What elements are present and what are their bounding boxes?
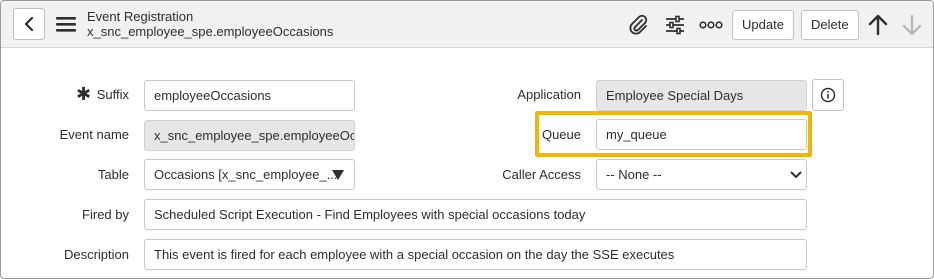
queue-label: Queue xyxy=(541,127,581,142)
sliders-icon xyxy=(666,15,684,35)
update-button[interactable]: Update xyxy=(732,10,794,40)
form-title: Event Registration xyxy=(87,9,194,24)
arrow-down-icon xyxy=(902,14,922,36)
arrow-up-icon xyxy=(868,14,888,36)
suffix-label: Suffix xyxy=(96,87,129,102)
next-record-button[interactable] xyxy=(900,13,924,37)
paperclip-icon xyxy=(629,14,648,35)
chevron-left-icon xyxy=(24,16,34,32)
dropdown-caret-icon xyxy=(332,170,344,180)
back-button[interactable] xyxy=(13,8,45,40)
event-name-field: x_snc_employee_spe.employeeOccasions xyxy=(144,120,355,151)
table-select[interactable]: Occasions [x_snc_employee_... xyxy=(144,159,355,190)
more-dots-icon xyxy=(699,21,723,29)
application-label: Application xyxy=(517,87,581,102)
fired-by-label: Fired by xyxy=(82,207,129,222)
previous-record-button[interactable] xyxy=(866,13,890,37)
form-header: Event Registration x_snc_employee_spe.em… xyxy=(1,1,933,48)
chevron-down-icon xyxy=(790,171,802,179)
hamburger-menu-icon xyxy=(56,17,76,32)
attachment-button[interactable] xyxy=(626,13,650,37)
suffix-input[interactable]: employeeOccasions xyxy=(144,80,355,111)
caller-access-value: -- None -- xyxy=(606,167,662,182)
caller-access-select[interactable]: -- None -- xyxy=(596,159,807,190)
description-label: Description xyxy=(63,247,129,262)
description-input[interactable]: This event is fired for each employee wi… xyxy=(144,239,807,270)
delete-button[interactable]: Delete xyxy=(801,10,859,40)
application-info-button[interactable] xyxy=(812,79,844,111)
table-select-value: Occasions [x_snc_employee_... xyxy=(154,167,338,182)
caller-access-label: Caller Access xyxy=(502,167,581,182)
event-name-label: Event name xyxy=(59,127,129,142)
queue-input[interactable]: my_queue xyxy=(596,119,807,150)
record-name: x_snc_employee_spe.employeeOccasions xyxy=(87,24,334,39)
application-field: Employee Special Days xyxy=(596,80,807,111)
hamburger-menu-button[interactable] xyxy=(55,14,77,34)
table-label: Table xyxy=(97,167,129,182)
info-icon xyxy=(820,87,836,103)
personalize-form-button[interactable] xyxy=(663,13,687,37)
more-options-button[interactable] xyxy=(699,13,723,37)
fired-by-input[interactable]: Scheduled Script Execution - Find Employ… xyxy=(144,199,807,230)
form-window: Event Registration x_snc_employee_spe.em… xyxy=(0,0,934,279)
